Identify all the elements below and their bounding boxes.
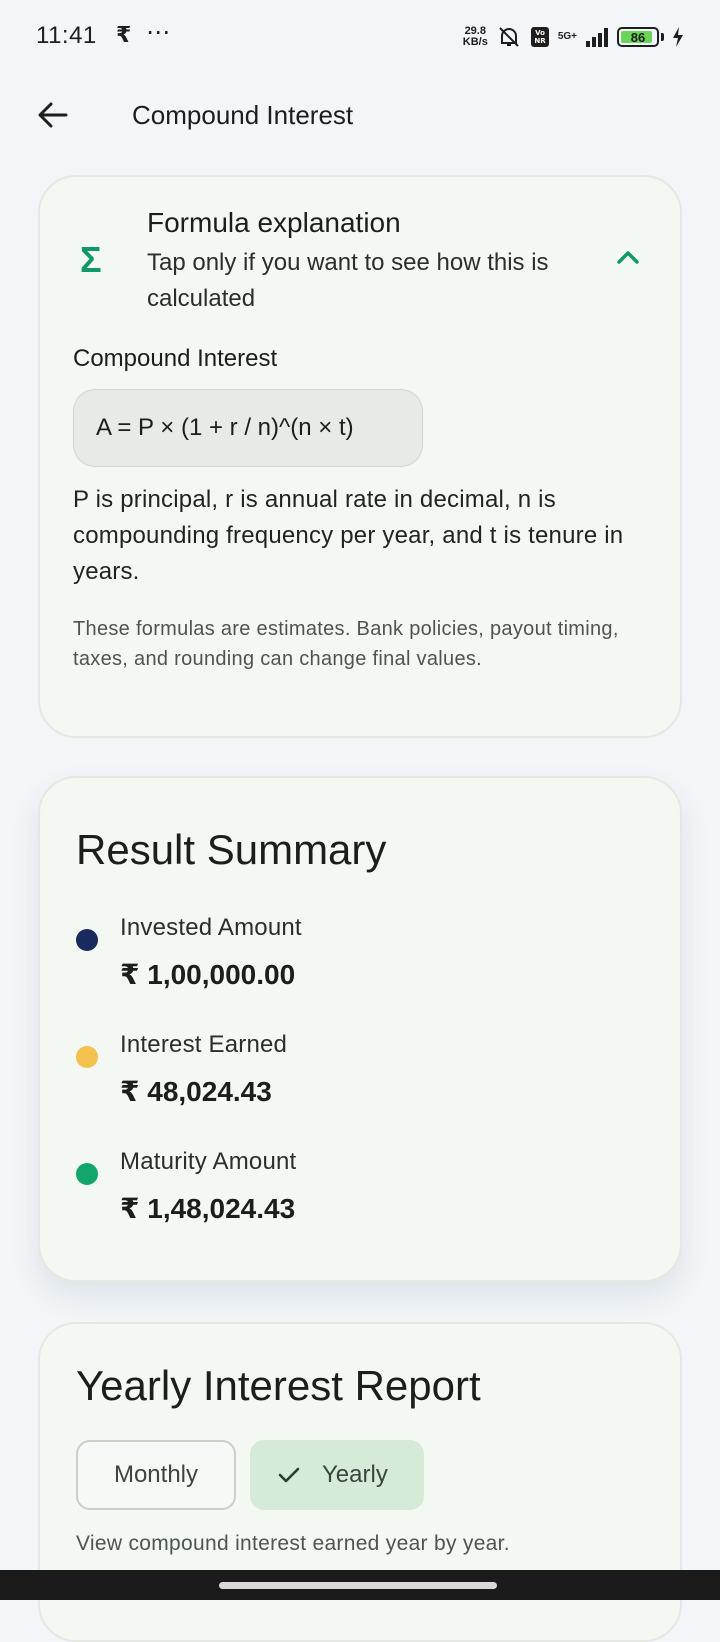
interest-earned-value: ₹ 48,024.43 [120, 1076, 272, 1107]
status-bar: 11:41 ₹ ⋯ 29.8 KB/s Vo NR 5G+ 86 [0, 0, 720, 72]
result-summary-card: Result Summary Invested Amount ₹ 1,00,00… [38, 776, 682, 1282]
result-summary-title: Result Summary [76, 826, 387, 873]
legend-dot-invested [76, 929, 98, 951]
system-navigation-bar [0, 1570, 720, 1600]
volte-icon: Vo NR [530, 26, 550, 48]
formula-description: P is principal, r is annual rate in deci… [73, 486, 624, 585]
home-gesture-handle[interactable] [219, 1582, 497, 1589]
battery-tip [661, 33, 664, 41]
check-icon [278, 1466, 300, 1484]
invested-amount-value: ₹ 1,00,000.00 [120, 959, 296, 990]
formula-explanation-card[interactable]: Σ Formula explanation Tap only if you wa… [38, 175, 682, 738]
battery-level: 86 [630, 29, 646, 45]
interest-earned-label: Interest Earned [120, 1031, 288, 1058]
bell-off-icon [496, 24, 522, 50]
interest-earned-item: Interest Earned ₹ 48,024.43 [76, 1031, 636, 1121]
status-icons: 29.8 KB/s Vo NR 5G+ 86 [463, 22, 684, 52]
svg-text:NR: NR [534, 37, 546, 45]
maturity-amount-value: ₹ 1,48,024.43 [120, 1193, 296, 1224]
rupee-icon: ₹ [116, 22, 132, 47]
chevron-up-icon [617, 251, 639, 264]
formula-subtitle: Tap only if you want to see how this is … [147, 249, 549, 312]
legend-dot-maturity [76, 1163, 98, 1185]
yearly-chip[interactable]: Yearly [250, 1440, 424, 1510]
formula-note: These formulas are estimates. Bank polic… [73, 618, 619, 670]
collapse-button[interactable] [602, 231, 654, 283]
maturity-amount-item: Maturity Amount ₹ 1,48,024.43 [76, 1148, 636, 1238]
formula-title: Formula explanation [147, 207, 401, 238]
app-bar: Compound Interest [0, 80, 720, 150]
network-label: 5G+ [557, 31, 577, 42]
battery-icon: 86 [617, 27, 659, 47]
signal-icon [585, 27, 609, 47]
yearly-chip-label: Yearly [322, 1461, 388, 1488]
legend-dot-interest [76, 1046, 98, 1068]
page-title: Compound Interest [132, 100, 354, 130]
speed-unit: KB/s [462, 36, 488, 48]
network-speed: 29.8 KB/s [463, 26, 488, 48]
back-button[interactable] [30, 92, 76, 138]
sigma-icon: Σ [80, 239, 102, 280]
monthly-chip-label: Monthly [113, 1461, 199, 1488]
charging-icon [672, 27, 684, 47]
svg-text:Vo: Vo [535, 29, 545, 37]
arrow-back-icon [38, 102, 68, 128]
formula-section-label: Compound Interest [73, 345, 278, 372]
invested-amount-label: Invested Amount [120, 914, 302, 941]
network-type: 5G+ [558, 32, 577, 42]
maturity-amount-label: Maturity Amount [120, 1148, 297, 1175]
monthly-chip[interactable]: Monthly [76, 1440, 236, 1510]
status-time: 11:41 [36, 22, 97, 49]
formula-text: A = P × (1 + r / n)^(n × t) [96, 414, 354, 441]
more-notifications-icon: ⋯ [146, 19, 171, 46]
formula-box: A = P × (1 + r / n)^(n × t) [73, 389, 423, 467]
yearly-report-description: View compound interest earned year by ye… [76, 1532, 510, 1555]
yearly-report-title: Yearly Interest Report [76, 1362, 481, 1409]
invested-amount-item: Invested Amount ₹ 1,00,000.00 [76, 914, 636, 1004]
